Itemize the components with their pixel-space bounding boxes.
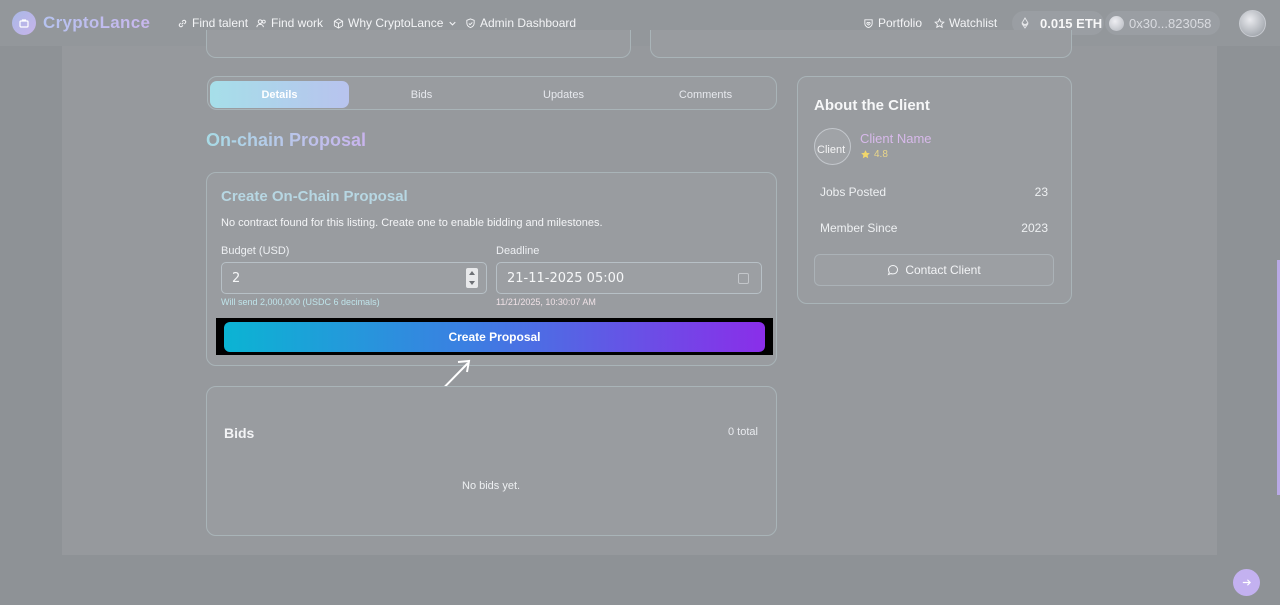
nav-portfolio[interactable]: Portfolio	[863, 16, 922, 30]
bids-empty-state: No bids yet.	[462, 480, 521, 492]
nav-find-talent[interactable]: Find talent	[177, 16, 248, 30]
bids-total: 0 total	[728, 426, 758, 438]
chevron-down-icon	[449, 21, 457, 26]
users-icon	[256, 18, 266, 27]
client-rating-value: 4.8	[874, 149, 888, 160]
nav-why-dropdown[interactable]: Why CryptoLance	[333, 16, 458, 30]
deadline-value: 21-11-2025 05:00	[507, 270, 625, 286]
star-icon	[934, 17, 945, 28]
budget-hint: Will send 2,000,000 (USDC 6 decimals)	[221, 297, 380, 307]
wallet-address-pill[interactable]: 0x30...823058	[1105, 11, 1220, 35]
calendar-icon[interactable]	[738, 273, 749, 284]
deadline-label: Deadline	[496, 245, 540, 257]
nav-admin-dashboard[interactable]: Admin Dashboard	[465, 16, 576, 30]
nav-find-talent-label: Find talent	[192, 16, 249, 30]
client-heading: About the Client	[814, 97, 930, 114]
proposal-description: No contract found for this listing. Crea…	[221, 217, 603, 229]
heart-shield-icon	[864, 18, 873, 28]
tab-details[interactable]: Details	[210, 81, 349, 108]
brand-logo[interactable]: CryptoLance	[12, 11, 150, 35]
top-navbar: CryptoLance Find talent Find work Why Cr…	[0, 0, 1280, 46]
budget-label: Budget (USD)	[221, 245, 290, 257]
client-avatar: Client	[814, 128, 851, 165]
stat-member-value: 2023	[1021, 221, 1048, 235]
contact-client-button[interactable]: Contact Client	[814, 254, 1054, 286]
tab-bar: Details Bids Updates Comments	[207, 76, 777, 110]
deadline-input[interactable]: 21-11-2025 05:00	[496, 262, 762, 294]
shield-icon	[466, 17, 475, 28]
stat-member-since: Member Since 2023	[820, 221, 1048, 235]
client-name[interactable]: Client Name	[860, 131, 932, 146]
nav-find-work[interactable]: Find work	[256, 16, 323, 30]
nav-portfolio-label: Portfolio	[878, 16, 923, 30]
link-icon	[178, 19, 187, 27]
previous-card-left	[206, 30, 631, 58]
tab-updates[interactable]: Updates	[494, 81, 633, 108]
tab-bids[interactable]: Bids	[352, 81, 491, 108]
user-avatar[interactable]	[1239, 10, 1266, 37]
chat-bubble-icon	[887, 264, 899, 276]
client-rating: 4.8	[860, 149, 888, 160]
star-icon	[861, 150, 870, 159]
number-stepper[interactable]	[466, 268, 478, 288]
arrow-right-icon	[1242, 579, 1252, 586]
proposal-title: Create On-Chain Proposal	[221, 188, 408, 205]
cube-icon	[333, 17, 344, 29]
nav-admin-label: Admin Dashboard	[480, 16, 577, 30]
wallet-avatar	[1109, 15, 1124, 31]
section-title: On-chain Proposal	[206, 130, 367, 150]
wallet-address: 0x30...823058	[1129, 15, 1212, 31]
budget-value: 2	[232, 270, 241, 286]
nav-watchlist[interactable]: Watchlist	[934, 16, 997, 30]
brand-name: CryptoLance	[43, 13, 151, 32]
nav-watchlist-label: Watchlist	[949, 16, 998, 30]
budget-input[interactable]: 2	[221, 262, 487, 294]
stat-jobs-label: Jobs Posted	[820, 185, 887, 199]
stat-member-label: Member Since	[820, 221, 898, 235]
stat-jobs-posted: Jobs Posted 23	[820, 185, 1048, 199]
floating-action-button[interactable]	[1233, 569, 1260, 596]
client-avatar-alt: Client	[817, 144, 846, 156]
nav-why-label: Why CryptoLance	[348, 16, 444, 30]
wallet-balance: 0.015 ETH	[1040, 15, 1103, 31]
briefcase-icon	[12, 11, 36, 35]
create-proposal-button[interactable]: Create Proposal	[224, 322, 765, 352]
ethereum-icon	[1021, 17, 1029, 29]
deadline-hint: 11/21/2025, 10:30:07 AM	[496, 297, 596, 307]
contact-client-label: Contact Client	[905, 263, 981, 277]
bids-title: Bids	[224, 425, 255, 441]
nav-find-work-label: Find work	[271, 16, 324, 30]
bids-card	[206, 386, 777, 536]
previous-card-right	[650, 30, 1072, 58]
stat-jobs-value: 23	[1034, 185, 1048, 199]
tab-comments[interactable]: Comments	[636, 81, 775, 108]
